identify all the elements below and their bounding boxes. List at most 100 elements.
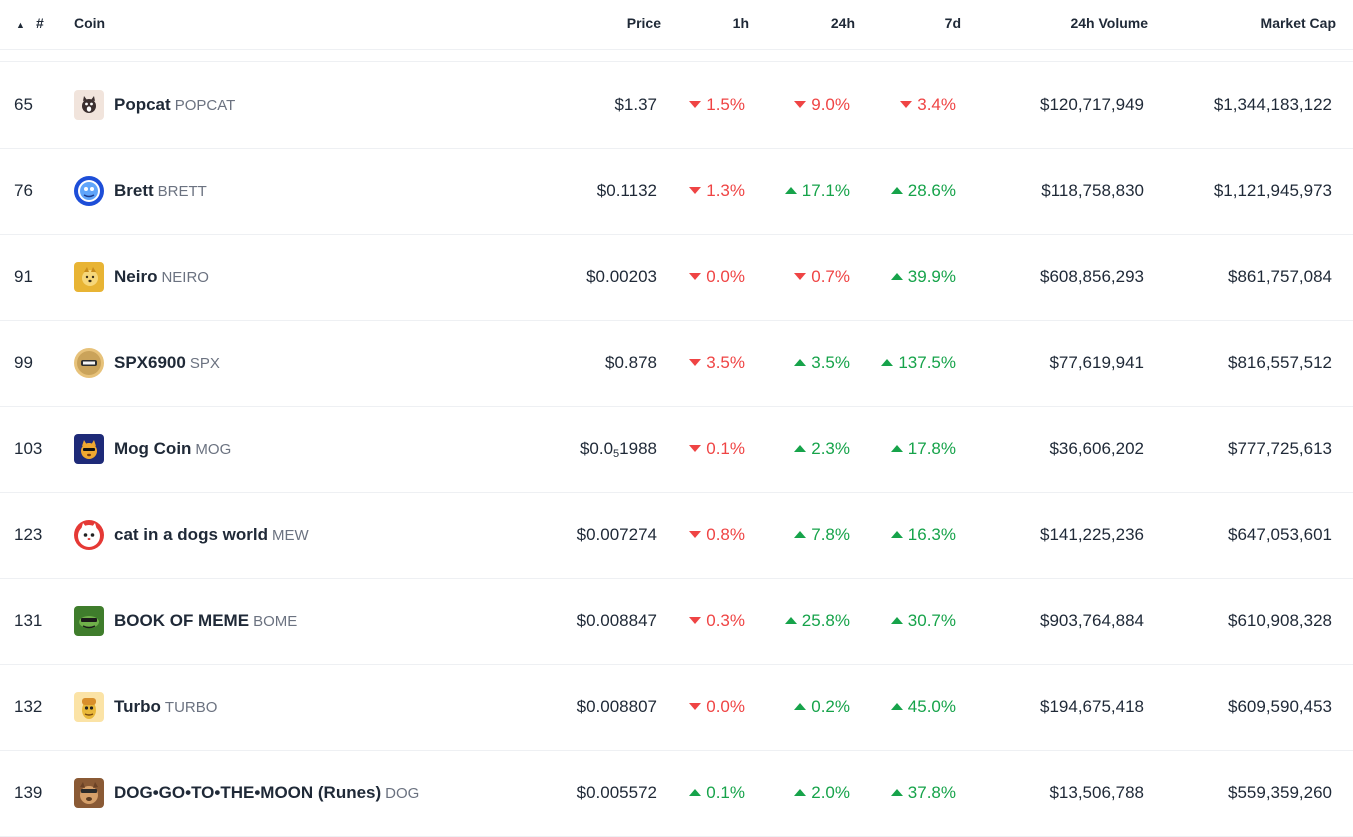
coin-name[interactable]: Brett <box>114 181 154 200</box>
coin-name-link[interactable]: Turbo TURBO <box>114 697 217 717</box>
coin-name-link[interactable]: cat in a dogs world MEW <box>114 525 309 545</box>
change-value: 28.6% <box>907 181 956 200</box>
coin-name[interactable]: Neiro <box>114 267 157 286</box>
coin-name[interactable]: Mog Coin <box>114 439 191 458</box>
table-row[interactable]: 91 Neiro NEIRO $0.00203 0.0% 0.7% 39.9% $… <box>0 234 1353 321</box>
caret-up-icon <box>784 617 797 624</box>
sort-ascending-icon: ▲ <box>16 20 25 30</box>
caret-up-icon <box>890 531 903 538</box>
caret-down-icon <box>794 273 807 280</box>
coin-name-link[interactable]: Mog Coin MOG <box>114 439 231 459</box>
coin-symbol[interactable]: BRETT <box>158 183 207 200</box>
coin-symbol[interactable]: DOG <box>385 785 419 802</box>
change-7d-cell: 37.8% <box>890 783 956 803</box>
rank-sort-header[interactable]: ▲ <box>16 15 25 31</box>
table-row[interactable]: 76 Brett BRETT $0.1132 1.3% 17.1% 28.6% $… <box>0 148 1353 235</box>
coin-symbol[interactable]: MEW <box>272 527 309 544</box>
change-1h-cell: 0.3% <box>689 611 745 631</box>
volume-cell: $36,606,202 <box>1049 439 1144 458</box>
table-row[interactable]: 131 BOOK OF MEME BOME $0.008847 0.3% 25.8… <box>0 578 1353 665</box>
coin-header[interactable]: Coin <box>74 15 105 31</box>
change-value: 0.3% <box>706 611 745 630</box>
caret-down-icon <box>689 617 702 624</box>
7d-header[interactable]: 7d <box>945 15 961 31</box>
coin-name[interactable]: DOG•GO•TO•THE•MOON (Runes) <box>114 783 381 802</box>
volume-cell: $77,619,941 <box>1049 353 1144 372</box>
change-value: 0.1% <box>706 783 745 802</box>
24h-header[interactable]: 24h <box>831 15 855 31</box>
table-row[interactable]: 139 DOG•GO•TO•THE•MOON (Runes) DOG $0.005… <box>0 750 1353 837</box>
change-value: 0.0% <box>706 697 745 716</box>
table-row[interactable]: 132 Turbo TURBO $0.008807 0.0% 0.2% 45.0%… <box>0 664 1353 751</box>
caret-up-icon <box>890 187 903 194</box>
brett-icon[interactable] <box>74 176 104 206</box>
dog-runes-icon[interactable] <box>74 778 104 808</box>
change-24h-cell: 0.2% <box>794 697 850 717</box>
price-cell: $0.878 <box>605 353 657 372</box>
coin-name-link[interactable]: BOOK OF MEME BOME <box>114 611 297 631</box>
coin-symbol[interactable]: MOG <box>195 441 231 458</box>
coin-name-link[interactable]: Brett BRETT <box>114 181 207 201</box>
coin-symbol[interactable]: SPX <box>190 355 220 372</box>
rank-cell: 76 <box>14 181 33 200</box>
rank-header[interactable]: # <box>36 15 44 31</box>
coin-name[interactable]: BOOK OF MEME <box>114 611 249 630</box>
change-24h-cell: 25.8% <box>784 611 850 631</box>
change-value: 9.0% <box>811 95 850 114</box>
mew-icon[interactable] <box>74 520 104 550</box>
change-7d-cell: 17.8% <box>890 439 956 459</box>
change-value: 25.8% <box>801 611 850 630</box>
change-value: 137.5% <box>898 353 956 372</box>
coin-symbol[interactable]: POPCAT <box>175 97 236 114</box>
mog-icon[interactable] <box>74 434 104 464</box>
change-value: 0.7% <box>811 267 850 286</box>
coin-name-link[interactable]: Neiro NEIRO <box>114 267 209 287</box>
change-1h-cell: 0.1% <box>689 783 745 803</box>
coin-name-link[interactable]: Popcat POPCAT <box>114 95 235 115</box>
change-24h-cell: 9.0% <box>794 95 850 115</box>
coin-symbol[interactable]: BOME <box>253 613 297 630</box>
table-row[interactable]: 99 SPX6900 SPX $0.878 3.5% 3.5% 137.5% $7… <box>0 320 1353 407</box>
caret-up-icon <box>890 273 903 280</box>
market-cap-header[interactable]: Market Cap <box>1261 15 1336 31</box>
change-value: 17.8% <box>907 439 956 458</box>
coin-name[interactable]: cat in a dogs world <box>114 525 268 544</box>
market-cap-cell: $1,121,945,973 <box>1213 181 1332 200</box>
market-cap-cell: $609,590,453 <box>1228 697 1332 716</box>
table-row[interactable]: 123 cat in a dogs world MEW $0.007274 0.8… <box>0 492 1353 579</box>
change-value: 3.5% <box>811 353 850 372</box>
neiro-icon[interactable] <box>74 262 104 292</box>
market-cap-cell: $610,908,328 <box>1228 611 1332 630</box>
change-24h-cell: 7.8% <box>794 525 850 545</box>
change-value: 0.2% <box>811 697 850 716</box>
caret-up-icon <box>890 617 903 624</box>
change-24h-cell: 3.5% <box>794 353 850 373</box>
popcat-icon[interactable] <box>74 90 104 120</box>
spx-icon[interactable] <box>74 348 104 378</box>
price-header[interactable]: Price <box>627 15 661 31</box>
table-row[interactable]: 103 Mog Coin MOG $0.051988 0.1% 2.3% 17.8… <box>0 406 1353 493</box>
coin-name-link[interactable]: DOG•GO•TO•THE•MOON (Runes) DOG <box>114 783 419 803</box>
coin-symbol[interactable]: TURBO <box>165 699 218 716</box>
change-1h-cell: 3.5% <box>689 353 745 373</box>
rank-cell: 123 <box>14 525 43 544</box>
volume-header[interactable]: 24h Volume <box>1070 15 1148 31</box>
turbo-icon[interactable] <box>74 692 104 722</box>
coin-name[interactable]: SPX6900 <box>114 353 186 372</box>
price-cell: $0.007274 <box>576 525 657 544</box>
coin-name-link[interactable]: SPX6900 SPX <box>114 353 220 373</box>
change-1h-cell: 0.0% <box>689 697 745 717</box>
change-7d-cell: 30.7% <box>890 611 956 631</box>
caret-up-icon <box>794 359 807 366</box>
bome-icon[interactable] <box>74 606 104 636</box>
table-row[interactable]: 65 Popcat POPCAT $1.37 1.5% 9.0% 3.4% $12… <box>0 62 1353 149</box>
1h-header[interactable]: 1h <box>733 15 749 31</box>
coin-symbol[interactable]: NEIRO <box>161 269 209 286</box>
change-1h-cell: 0.8% <box>689 525 745 545</box>
caret-up-icon <box>881 359 894 366</box>
coin-name[interactable]: Popcat <box>114 95 171 114</box>
caret-down-icon <box>689 187 702 194</box>
change-7d-cell: 39.9% <box>890 267 956 287</box>
change-value: 7.8% <box>811 525 850 544</box>
coin-name[interactable]: Turbo <box>114 697 161 716</box>
